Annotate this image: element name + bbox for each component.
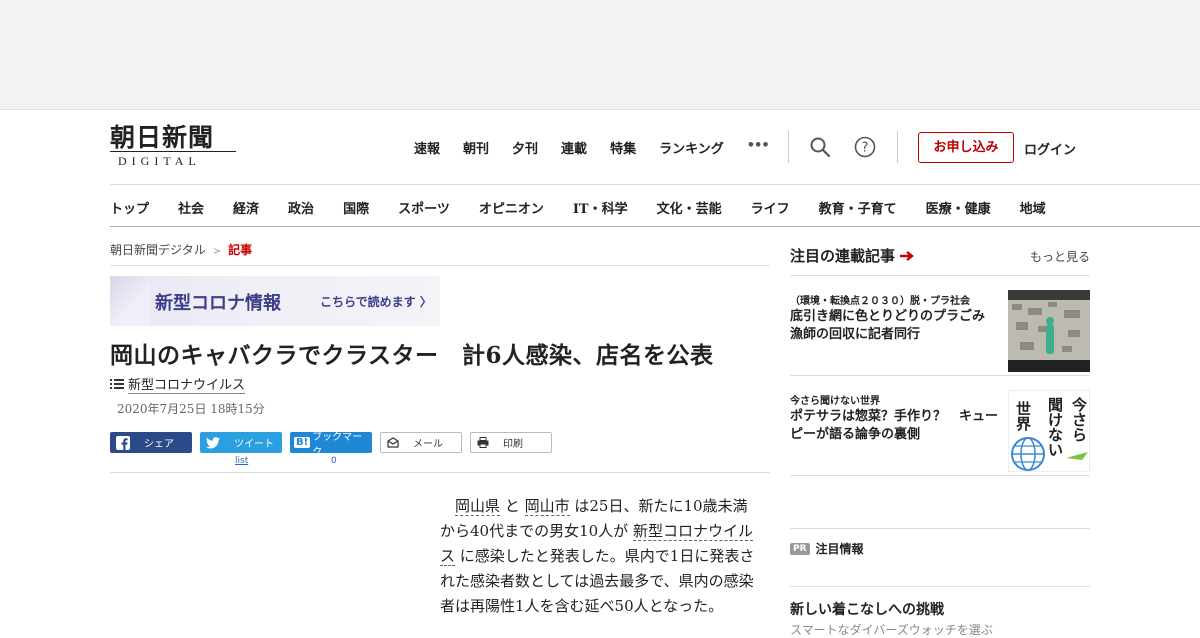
print-label: 印刷 <box>503 439 523 450</box>
cat-health[interactable]: 医療・健康 <box>926 198 991 217</box>
print-button[interactable]: 印刷 <box>470 432 552 453</box>
twitter-tweet-label: ツイート <box>234 439 274 450</box>
article-paragraph: 岡山県 と 岡山市 は25日、新たに10歳未満から40代までの男女10人が 新型… <box>440 494 760 619</box>
facebook-share-button[interactable]: シェア <box>110 432 192 453</box>
article-body: 岡山県 と 岡山市 は25日、新たに10歳未満から40代までの男女10人が 新型… <box>440 494 760 619</box>
thumb-text-1: 今さら <box>1071 396 1087 444</box>
thumb-text-2: 聞けない <box>1048 396 1063 459</box>
category-nav: トップ 社会 経済 政治 国際 スポーツ オピニオン IT・科学 文化・芸能 ラ… <box>110 184 1200 227</box>
logo-main-text: 朝日新聞 <box>110 123 215 152</box>
help-icon[interactable]: ? <box>853 135 877 159</box>
topnav-item-tokushu[interactable]: 特集 <box>610 138 636 157</box>
header-divider-2 <box>897 131 898 163</box>
cat-region[interactable]: 地域 <box>1020 198 1046 217</box>
print-icon <box>477 437 489 448</box>
body-text-6: に感染したと発表した。県内で1日に発表された感染者数としては過去最多で、県内の感… <box>440 547 755 615</box>
chevron-right-icon: 〉 <box>419 295 432 309</box>
card-title: 底引き網に色とりどりのプラごみ 漁師の回収に記者同行 <box>790 309 999 342</box>
covid-info-banner[interactable]: 新型コロナ情報 こちらで読めます 〉 <box>110 276 440 326</box>
article-tag-label: 新型コロナウイルス <box>128 374 246 394</box>
twitter-tweet-button[interactable]: ツイート <box>200 432 282 453</box>
breadcrumb-sep: > <box>212 246 222 257</box>
pr-row[interactable]: PR 注目情報 <box>790 540 864 557</box>
banner-link: こちらで読めます 〉 <box>320 293 432 310</box>
search-icon[interactable] <box>808 135 832 159</box>
cat-education[interactable]: 教育・子育て <box>819 198 897 217</box>
thumb-text-3: 世界 <box>1016 400 1031 433</box>
logo-sub-text: DIGITAL <box>110 151 240 169</box>
cat-culture[interactable]: 文化・芸能 <box>657 198 722 217</box>
arrow-right-icon <box>900 250 914 261</box>
banner-link-text: こちらで読めます <box>320 295 416 309</box>
sidebar-heading-text: 注目の連載記事 <box>790 247 896 265</box>
cat-life[interactable]: ライフ <box>751 198 790 217</box>
pr-badge: PR <box>790 542 810 555</box>
card-title: ポテサラは惣菜？手作り？ キューピーが語る論争の裏側 <box>790 409 999 442</box>
more-link[interactable]: もっと見る <box>1030 248 1090 265</box>
cat-it-science[interactable]: IT・科学 <box>573 198 628 217</box>
twitter-count[interactable]: list <box>235 456 248 466</box>
hatena-icon: B! <box>294 437 311 448</box>
apply-button[interactable]: お申し込み <box>918 132 1014 163</box>
card-thumbnail-image: 今さら 聞けない 世界 <box>1008 390 1090 472</box>
facebook-icon <box>116 435 130 450</box>
top-nav: 速報 朝刊 夕刊 連載 特集 ランキング ••• <box>414 138 792 157</box>
more-menu-icon[interactable]: ••• <box>747 138 770 157</box>
header-divider <box>788 131 789 163</box>
card-kicker: （環境・転換点２０３０）脱・プラ社会 <box>790 296 970 307</box>
article-title: 岡山のキャバクラでクラスター 計6人感染、店名を公表 <box>110 342 714 369</box>
card-thumbnail-image <box>1008 290 1090 372</box>
mail-icon <box>387 437 399 448</box>
mail-button[interactable]: メール <box>380 432 462 453</box>
login-link[interactable]: ログイン <box>1024 139 1076 158</box>
topnav-item-yuukan[interactable]: 夕刊 <box>512 138 538 157</box>
twitter-icon <box>206 436 220 448</box>
share-counts: list 0 <box>110 454 770 470</box>
article-date: 2020年7月25日 18時15分 <box>117 402 265 416</box>
facebook-share-label: シェア <box>144 439 174 450</box>
topnav-item-sokuho[interactable]: 速報 <box>414 138 440 157</box>
sidebar-card[interactable]: 今さら聞けない世界 ポテサラは惣菜？手作り？ キューピーが語る論争の裏側 今さら… <box>790 376 1090 476</box>
banner-title: 新型コロナ情報 <box>155 293 281 314</box>
site-header: 朝日新聞 DIGITAL 速報 朝刊 夕刊 連載 特集 ランキング ••• ? … <box>0 110 1200 184</box>
cat-society[interactable]: 社会 <box>178 198 204 217</box>
ad-banner-area <box>0 0 1200 110</box>
list-icon <box>110 379 124 389</box>
article-main: 朝日新聞デジタル > 記事 新型コロナ情報 こちらで読めます 〉 岡山のキャバクラで… <box>110 228 770 615</box>
share-divider <box>110 472 770 473</box>
hatena-bookmark-button[interactable]: B! ブックマーク <box>290 432 372 458</box>
cat-international[interactable]: 国際 <box>343 198 369 217</box>
cat-politics[interactable]: 政治 <box>288 198 314 217</box>
link-okayama-city[interactable]: 岡山市 <box>524 497 570 516</box>
share-buttons: シェア ツイート B! ブックマーク メール 印刷 <box>110 432 770 458</box>
banner-decoration <box>110 276 150 326</box>
cat-top[interactable]: トップ <box>110 198 149 217</box>
body-text-2: と <box>500 497 525 515</box>
article-tag[interactable]: 新型コロナウイルス <box>110 374 770 394</box>
sidebar-divider-3 <box>790 586 1090 587</box>
sidebar-divider-2 <box>790 528 1090 529</box>
card-kicker: 今さら聞けない世界 <box>790 396 880 407</box>
topnav-item-ranking[interactable]: ランキング <box>659 138 724 157</box>
cat-opinion[interactable]: オピニオン <box>479 198 544 217</box>
pr-label: 注目情報 <box>815 542 864 556</box>
breadcrumb-home[interactable]: 朝日新聞デジタル <box>110 243 206 257</box>
sidebar-card[interactable]: （環境・転換点２０３０）脱・プラ社会 底引き網に色とりどりのプラごみ 漁師の回収… <box>790 276 1090 376</box>
cat-economy[interactable]: 経済 <box>233 198 259 217</box>
topnav-item-choukan[interactable]: 朝刊 <box>463 138 489 157</box>
sidebar: 注目の連載記事 もっと見る （環境・転換点２０３０）脱・プラ社会 底引き網に色と… <box>790 228 1090 637</box>
topnav-item-rensai[interactable]: 連載 <box>561 138 587 157</box>
breadcrumb: 朝日新聞デジタル > 記事 <box>110 228 770 266</box>
pr-article-title[interactable]: 新しい着こなしへの挑戦 <box>790 599 944 619</box>
mail-label: メール <box>413 439 443 450</box>
hatena-count: 0 <box>331 456 337 466</box>
breadcrumb-current: 記事 <box>228 243 253 257</box>
cat-sports[interactable]: スポーツ <box>398 198 450 217</box>
hatena-bookmark-label: ブックマーク <box>312 431 363 458</box>
svg-text:?: ? <box>862 141 869 156</box>
link-okayama-pref[interactable]: 岡山県 <box>455 497 501 516</box>
site-logo[interactable]: 朝日新聞 DIGITAL <box>110 124 240 169</box>
